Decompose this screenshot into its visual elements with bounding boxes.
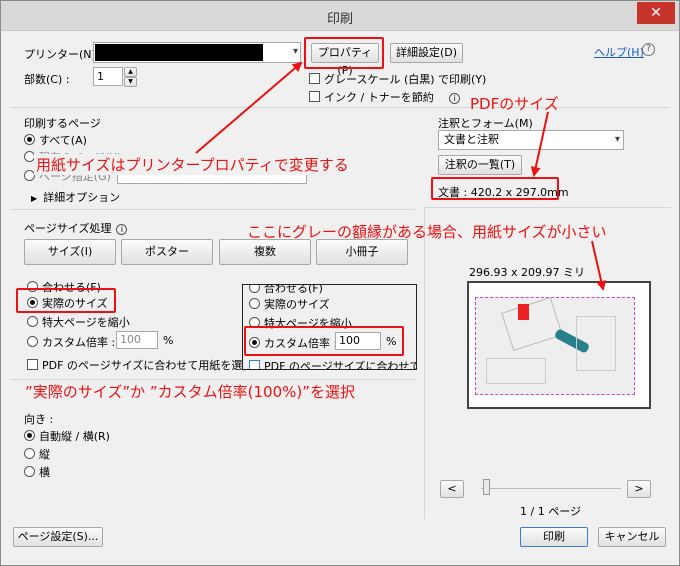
arrow-to-doc-size [530, 111, 549, 177]
arrow-to-preview [591, 240, 607, 291]
arrow-to-properties [195, 61, 303, 154]
annotation-arrows [195, 61, 607, 291]
print-dialog: 印刷 ✕ プリンター(N) : ▾ プロパティ(P) 詳細設定(D) ヘルプ(H… [0, 0, 680, 566]
